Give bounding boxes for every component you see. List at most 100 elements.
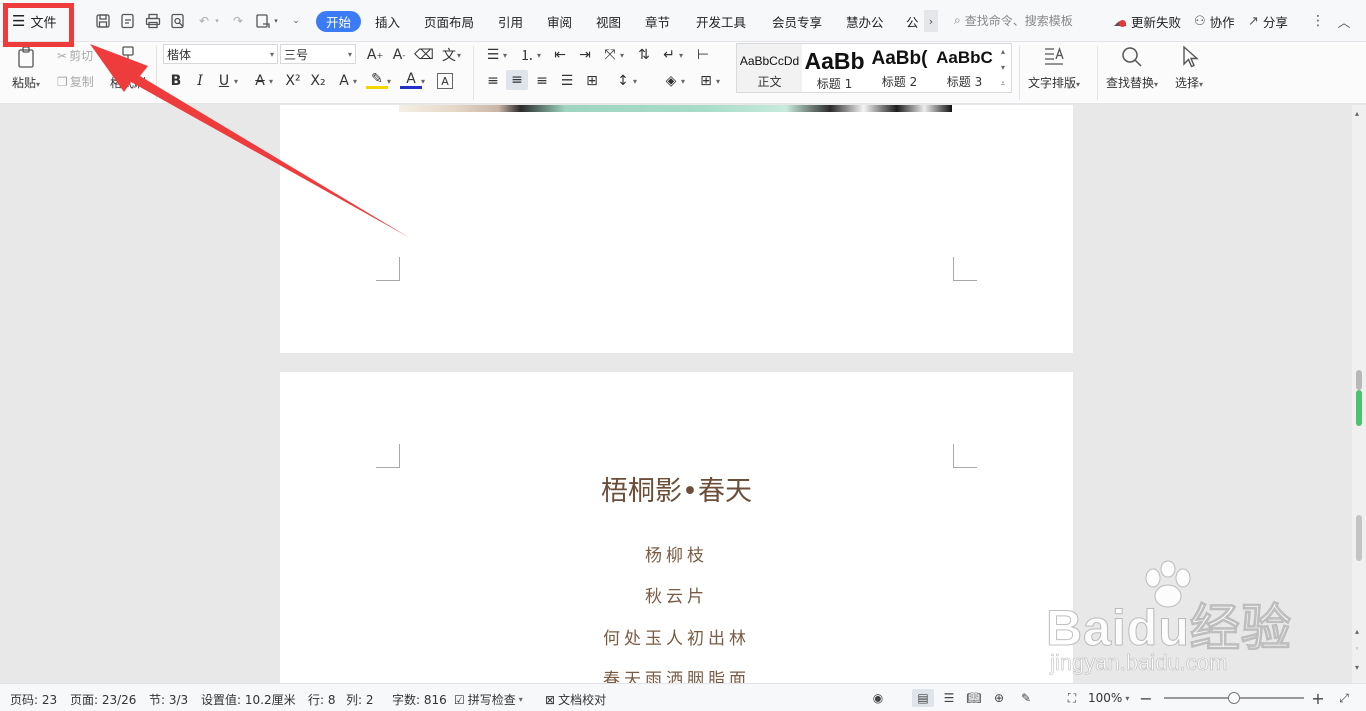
justify-icon[interactable]: ☰	[556, 71, 578, 91]
collaborate-button[interactable]: ⚇ 协作	[1194, 12, 1235, 31]
save-icon[interactable]	[93, 11, 113, 31]
tab-chapter[interactable]: 章节	[645, 12, 670, 31]
tab-developer[interactable]: 开发工具	[696, 12, 746, 31]
underline-dropdown-icon[interactable]: ▾	[231, 71, 241, 91]
tab-view[interactable]: 视图	[596, 12, 621, 31]
quick-dropdown-icon[interactable]: ▾	[271, 11, 281, 31]
document-image[interactable]	[399, 105, 952, 112]
status-word-count[interactable]: 字数: 816	[392, 691, 447, 708]
font-color-dropdown-icon[interactable]: ▾	[418, 71, 428, 91]
tab-stops-icon[interactable]: ⊢	[692, 45, 714, 65]
style-heading-2[interactable]: AaBb( 标题 2	[867, 44, 932, 92]
scroll-position-marker[interactable]	[1356, 390, 1362, 426]
styles-expand-icon[interactable]: ⩡	[1001, 79, 1006, 89]
font-name-select[interactable]: 楷体 ▾	[163, 44, 278, 64]
collapse-ribbon-icon[interactable]: ︿	[1334, 11, 1354, 31]
export-pdf-icon[interactable]	[118, 11, 138, 31]
status-setting[interactable]: 设置值: 10.2厘米	[201, 691, 296, 708]
style-heading-1[interactable]: AaBb 标题 1	[802, 44, 867, 92]
tab-overflow[interactable]: 公	[906, 12, 919, 31]
subscript-icon[interactable]: X₂	[307, 71, 329, 91]
shading-dropdown-icon[interactable]: ▾	[678, 71, 688, 91]
redo-icon[interactable]: ↷	[228, 11, 248, 31]
decrease-indent-icon[interactable]: ⇤	[549, 45, 571, 65]
scroll-up-icon[interactable]: ▴	[1355, 109, 1359, 118]
command-search[interactable]: ⌕ 查找命令、搜索模板	[954, 12, 1073, 29]
phonetic-dropdown-icon[interactable]: ▾	[454, 45, 464, 65]
format-brush-quick-icon[interactable]	[253, 11, 273, 31]
doc-proof-button[interactable]: ⊠ 文档校对	[545, 691, 606, 708]
borders-dropdown-icon[interactable]: ▾	[713, 71, 723, 91]
undo-icon[interactable]: ↶	[194, 11, 214, 31]
select-button[interactable]: 选择▾	[1175, 44, 1203, 91]
font-shrink-icon[interactable]: A-	[388, 45, 410, 65]
chinese-layout-dropdown-icon[interactable]: ▾	[617, 45, 627, 65]
status-page-number[interactable]: 页码: 23	[10, 691, 57, 708]
fit-page-icon[interactable]: ⛶	[1063, 689, 1081, 707]
spell-check-button[interactable]: ☑ 拼写检查 ▾	[454, 691, 523, 708]
font-size-select[interactable]: 三号 ▾	[280, 44, 356, 64]
status-section[interactable]: 节: 3/3	[149, 691, 188, 708]
reading-view-icon[interactable]: 📖︎	[965, 689, 983, 707]
increase-indent-icon[interactable]: ⇥	[574, 45, 596, 65]
scroll-up-page-icon[interactable]: ▴	[1355, 627, 1359, 636]
zoom-slider-knob[interactable]	[1228, 692, 1240, 704]
page-view-icon[interactable]: ▤	[912, 689, 934, 707]
tab-smart-office[interactable]: 慧办公	[846, 12, 884, 31]
character-border-icon[interactable]: A	[437, 73, 453, 89]
tab-insert[interactable]: 插入	[375, 12, 400, 31]
status-column[interactable]: 列: 2	[346, 691, 374, 708]
highlight-dropdown-icon[interactable]: ▾	[384, 71, 394, 91]
align-center-icon[interactable]: ≡	[506, 70, 528, 90]
format-painter-button[interactable]: 格式刷	[110, 44, 146, 91]
cut-button[interactable]: ✂ 剪切	[57, 47, 93, 64]
styles-scroll-down-icon[interactable]: ▾	[1001, 63, 1005, 72]
styles-scroll-up-icon[interactable]: ▴	[1001, 47, 1005, 56]
text-effect-dropdown-icon[interactable]: ▾	[350, 71, 360, 91]
align-left-icon[interactable]: ≡	[482, 71, 504, 91]
clear-format-icon[interactable]: ⌫	[413, 45, 435, 65]
style-normal[interactable]: AaBbCcDd 正文	[737, 44, 802, 92]
distributed-align-icon[interactable]: ⊞	[581, 71, 603, 91]
tab-member[interactable]: 会员专享	[772, 12, 822, 31]
tabs-more-icon[interactable]: ›	[924, 10, 938, 32]
italic-icon[interactable]: I	[189, 71, 211, 91]
vertical-scrollbar[interactable]: ▴ ▴ ◦ ▾	[1352, 105, 1366, 683]
bold-icon[interactable]: B	[165, 71, 187, 91]
scroll-thumb[interactable]	[1356, 515, 1362, 561]
undo-dropdown-icon[interactable]: ▾	[212, 11, 222, 31]
customize-toolbar-icon[interactable]: ⌄	[289, 11, 303, 31]
superscript-icon[interactable]: X²	[282, 71, 304, 91]
find-replace-button[interactable]: 查找替换▾	[1106, 44, 1158, 91]
fullscreen-icon[interactable]: ⤢	[1335, 689, 1353, 707]
sort-icon[interactable]: ⇅	[633, 45, 655, 65]
update-status-button[interactable]: ☁ 更新失败	[1113, 12, 1181, 31]
tab-references[interactable]: 引用	[498, 12, 523, 31]
line-spacing-dropdown-icon[interactable]: ▾	[630, 71, 640, 91]
write-mode-icon[interactable]: ✎	[1017, 689, 1035, 707]
scroll-down-icon[interactable]: ▾	[1355, 663, 1359, 672]
share-button[interactable]: ↗ 分享	[1248, 12, 1288, 31]
zoom-out-icon[interactable]: −	[1137, 689, 1155, 708]
paste-button[interactable]: 粘贴▾	[12, 44, 40, 91]
paragraph-mark-dropdown-icon[interactable]: ▾	[676, 45, 686, 65]
copy-button[interactable]: ❐ 复制	[57, 73, 94, 90]
style-heading-3[interactable]: AaBbC 标题 3	[932, 44, 997, 92]
zoom-in-icon[interactable]: +	[1309, 689, 1327, 708]
document-page[interactable]	[280, 105, 1073, 353]
eye-protection-icon[interactable]: ◉	[869, 689, 887, 707]
document-page[interactable]: 梧桐影•春天 杨柳枝 秋云片 何处玉人初出林 春天雨洒胭脂面	[280, 372, 1073, 683]
numbered-dropdown-icon[interactable]: ▾	[534, 45, 544, 65]
bullet-dropdown-icon[interactable]: ▾	[500, 45, 510, 65]
font-grow-icon[interactable]: A +	[364, 45, 386, 65]
zoom-select[interactable]: 100% ▾	[1088, 691, 1129, 705]
strikethrough-dropdown-icon[interactable]: ▾	[266, 71, 276, 91]
status-page-of[interactable]: 页面: 23/26	[70, 691, 136, 708]
tab-home[interactable]: 开始	[316, 11, 361, 32]
print-icon[interactable]	[143, 11, 163, 31]
tab-page-layout[interactable]: 页面布局	[424, 12, 474, 31]
more-options-icon[interactable]: ⋮	[1308, 11, 1328, 31]
web-view-icon[interactable]: ⊕	[990, 689, 1008, 707]
tab-review[interactable]: 审阅	[547, 12, 572, 31]
zoom-slider[interactable]	[1164, 692, 1304, 704]
